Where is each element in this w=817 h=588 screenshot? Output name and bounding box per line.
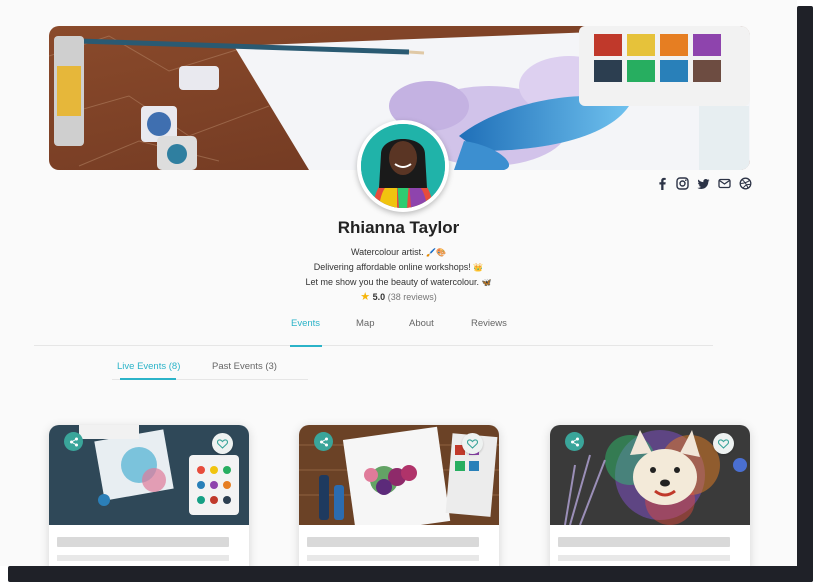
- share-button[interactable]: [314, 432, 333, 451]
- tab-about[interactable]: About: [409, 318, 434, 341]
- tab-reviews[interactable]: Reviews: [471, 318, 507, 341]
- share-icon: [69, 437, 78, 446]
- active-subtab-indicator: [120, 378, 176, 380]
- star-icon: ★: [360, 291, 371, 303]
- mail-icon[interactable]: [717, 176, 732, 191]
- heart-icon: [217, 438, 228, 449]
- subtab-past-events[interactable]: Past Events (3): [212, 361, 277, 372]
- rating[interactable]: ★ 5.0 (38 reviews): [0, 290, 797, 303]
- heart-icon: [467, 438, 478, 449]
- favorite-button[interactable]: [212, 433, 233, 454]
- skeleton-title: [57, 537, 229, 547]
- skeleton-text: [57, 555, 229, 561]
- avatar[interactable]: [357, 120, 449, 212]
- dribbble-icon[interactable]: [738, 176, 753, 191]
- skeleton-text: [307, 555, 479, 561]
- instagram-icon[interactable]: [675, 176, 690, 191]
- share-button[interactable]: [64, 432, 83, 451]
- event-card[interactable]: [550, 425, 750, 566]
- butterfly-emoji: 🦋: [481, 278, 492, 287]
- share-icon: [319, 437, 328, 446]
- favorite-button[interactable]: [462, 433, 483, 454]
- bio-line-1: Watercolour artist. 🖌️🎨: [350, 247, 447, 257]
- social-links: [654, 176, 753, 191]
- skeleton-title: [307, 537, 479, 547]
- window-shadow-bottom: [8, 566, 813, 582]
- favorite-button[interactable]: [713, 433, 734, 454]
- bio-line-3: Let me show you the beauty of watercolou…: [305, 277, 492, 287]
- skeleton-title: [558, 537, 730, 547]
- window-shadow-right: [797, 6, 813, 582]
- rating-score: 5.0: [372, 292, 386, 302]
- tab-events[interactable]: Events: [291, 318, 320, 341]
- bio-line-2: Delivering affordable online workshops! …: [313, 262, 484, 272]
- paintbrush-palette-emoji: 🖌️🎨: [426, 248, 447, 257]
- profile-tabs: Events Map About Reviews: [256, 318, 540, 346]
- tabs-divider: [34, 345, 713, 346]
- rating-count: (38 reviews): [387, 292, 437, 302]
- crown-emoji: 👑: [473, 263, 484, 272]
- share-icon: [570, 437, 579, 446]
- facebook-icon[interactable]: [654, 176, 669, 191]
- share-button[interactable]: [565, 432, 584, 451]
- twitter-icon[interactable]: [696, 176, 711, 191]
- heart-icon: [718, 438, 729, 449]
- event-card[interactable]: [299, 425, 499, 566]
- event-card[interactable]: [49, 425, 249, 566]
- active-tab-indicator: [290, 345, 322, 347]
- skeleton-text: [558, 555, 730, 561]
- profile-bio: Watercolour artist. 🖌️🎨 Delivering affor…: [0, 245, 797, 290]
- profile-page: Rhianna Taylor Watercolour artist. 🖌️🎨 D…: [0, 0, 797, 566]
- subtab-live-events[interactable]: Live Events (8): [117, 361, 180, 372]
- profile-name: Rhianna Taylor: [337, 218, 460, 237]
- tab-map[interactable]: Map: [356, 318, 374, 341]
